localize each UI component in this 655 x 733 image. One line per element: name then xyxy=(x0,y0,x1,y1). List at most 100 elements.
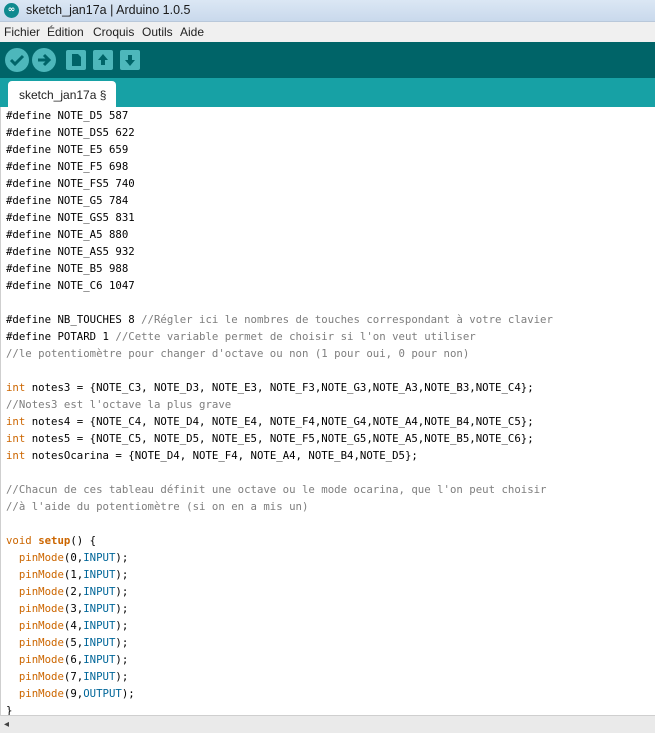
code-line: int notes3 = {NOTE_C3, NOTE_D3, NOTE_E3,… xyxy=(6,379,553,396)
new-button[interactable] xyxy=(66,50,86,70)
code-token: setup xyxy=(38,534,71,547)
code-token: ); xyxy=(115,636,129,649)
code-token: #define NOTE_AS5 932 xyxy=(6,245,135,258)
code-token: #define NOTE_C6 1047 xyxy=(6,279,135,292)
code-token: pinMode xyxy=(18,687,64,700)
code-line: } xyxy=(6,702,553,715)
code-token: ); xyxy=(115,585,129,598)
code-token: (9, xyxy=(63,687,84,700)
menu-edition[interactable]: Édition xyxy=(47,25,84,39)
code-token: void xyxy=(6,534,32,547)
code-token: INPUT xyxy=(83,602,116,615)
code-editor[interactable]: #define NOTE_D5 587 #define NOTE_DS5 622 #… xyxy=(0,107,655,715)
code-token: (3, xyxy=(63,602,84,615)
code-token: INPUT xyxy=(83,636,116,649)
code-line: int notes5 = {NOTE_C5, NOTE_D5, NOTE_E5,… xyxy=(6,430,553,447)
code-token: notes5 = {NOTE_C5, NOTE_D5, NOTE_E5, NOT… xyxy=(25,432,534,445)
code-text: #define NOTE_D5 587 #define NOTE_DS5 622 #… xyxy=(6,107,553,715)
window-title: sketch_jan17a | Arduino 1.0.5 xyxy=(26,3,191,17)
code-token: () { xyxy=(70,534,97,547)
code-line: void setup() { xyxy=(6,532,553,549)
code-line: pinMode(0,INPUT); xyxy=(6,549,553,566)
code-line: #define POTARD 1 //Cette variable permet… xyxy=(6,328,553,345)
open-icon xyxy=(98,54,108,65)
code-token: (4, xyxy=(63,619,84,632)
code-token: ); xyxy=(115,619,129,632)
code-token: #define POTARD 1 xyxy=(6,330,116,343)
code-line: #define NOTE_G5 784 xyxy=(6,192,553,209)
code-line: pinMode(4,INPUT); xyxy=(6,617,553,634)
code-token: //Chacun de ces tableau définit une octa… xyxy=(6,483,547,496)
code-line: #define NOTE_E5 659 xyxy=(6,141,553,158)
upload-icon xyxy=(38,53,52,67)
code-token: #define NOTE_FS5 740 xyxy=(6,177,135,190)
code-line: #define NOTE_FS5 740 xyxy=(6,175,553,192)
arduino-icon: ∞ xyxy=(4,3,19,18)
menu-croquis[interactable]: Croquis xyxy=(93,25,134,39)
verify-button[interactable] xyxy=(5,48,29,72)
code-line: #define NOTE_A5 880 xyxy=(6,226,553,243)
code-line: int notes4 = {NOTE_C4, NOTE_D4, NOTE_E4,… xyxy=(6,413,553,430)
code-line: pinMode(9,OUTPUT); xyxy=(6,685,553,702)
code-token: int xyxy=(6,415,26,428)
code-token: //le potentiomètre pour changer d'octave… xyxy=(6,347,470,360)
code-token: pinMode xyxy=(18,653,64,666)
code-token: ); xyxy=(115,670,129,683)
code-token: } xyxy=(6,704,13,715)
code-line: //Notes3 est l'octave la plus grave xyxy=(6,396,553,413)
code-token: ); xyxy=(115,568,129,581)
code-token: int xyxy=(6,381,26,394)
code-line: pinMode(3,INPUT); xyxy=(6,600,553,617)
code-token: #define NOTE_GS5 831 xyxy=(6,211,135,224)
code-token: int xyxy=(6,449,26,462)
code-token: pinMode xyxy=(18,619,64,632)
code-token: notesOcarina = {NOTE_D4, NOTE_F4, NOTE_A… xyxy=(25,449,418,462)
save-button[interactable] xyxy=(120,50,140,70)
code-token: #define NOTE_D5 587 xyxy=(6,109,129,122)
code-line: #define NOTE_GS5 831 xyxy=(6,209,553,226)
code-token: //Cette variable permet de choisir si l'… xyxy=(115,330,476,343)
open-button[interactable] xyxy=(93,50,113,70)
save-icon xyxy=(125,55,135,66)
code-line: #define NOTE_D5 587 xyxy=(6,107,553,124)
menu-outils[interactable]: Outils xyxy=(142,25,173,39)
code-line: #define NOTE_DS5 622 xyxy=(6,124,553,141)
code-token: ); xyxy=(115,551,129,564)
code-token: (2, xyxy=(63,585,84,598)
tab-sketch[interactable]: sketch_jan17a § xyxy=(8,81,116,107)
code-token: #define NOTE_A5 880 xyxy=(6,228,129,241)
code-line: //à l'aide du potentiomètre (si on en a … xyxy=(6,498,553,515)
menu-fichier[interactable]: Fichier xyxy=(4,25,40,39)
code-token: pinMode xyxy=(18,585,64,598)
code-token: INPUT xyxy=(83,585,116,598)
horizontal-scrollbar[interactable]: ◂ xyxy=(0,715,655,733)
code-token: INPUT xyxy=(83,551,116,564)
code-token: #define NOTE_B5 988 xyxy=(6,262,129,275)
scroll-left-icon[interactable]: ◂ xyxy=(4,719,9,730)
menu-bar: Fichier Édition Croquis Outils Aide xyxy=(0,22,655,42)
menu-aide[interactable]: Aide xyxy=(180,25,204,39)
verify-icon xyxy=(9,54,25,67)
toolbar xyxy=(0,42,655,78)
code-token: //Régler ici le nombres de touches corre… xyxy=(141,313,553,326)
code-token: notes3 = {NOTE_C3, NOTE_D3, NOTE_E3, NOT… xyxy=(25,381,534,394)
code-token: int xyxy=(6,432,26,445)
upload-button[interactable] xyxy=(32,48,56,72)
code-token: (1, xyxy=(63,568,84,581)
code-token: #define NOTE_F5 698 xyxy=(6,160,129,173)
code-token: pinMode xyxy=(18,636,64,649)
code-token: INPUT xyxy=(83,670,116,683)
code-token: notes4 = {NOTE_C4, NOTE_D4, NOTE_E4, NOT… xyxy=(25,415,534,428)
tab-strip: sketch_jan17a § xyxy=(0,78,655,107)
code-token: INPUT xyxy=(83,568,116,581)
code-token: pinMode xyxy=(18,568,64,581)
code-token: pinMode xyxy=(18,602,64,615)
code-line: #define NOTE_F5 698 xyxy=(6,158,553,175)
code-token: (6, xyxy=(63,653,84,666)
